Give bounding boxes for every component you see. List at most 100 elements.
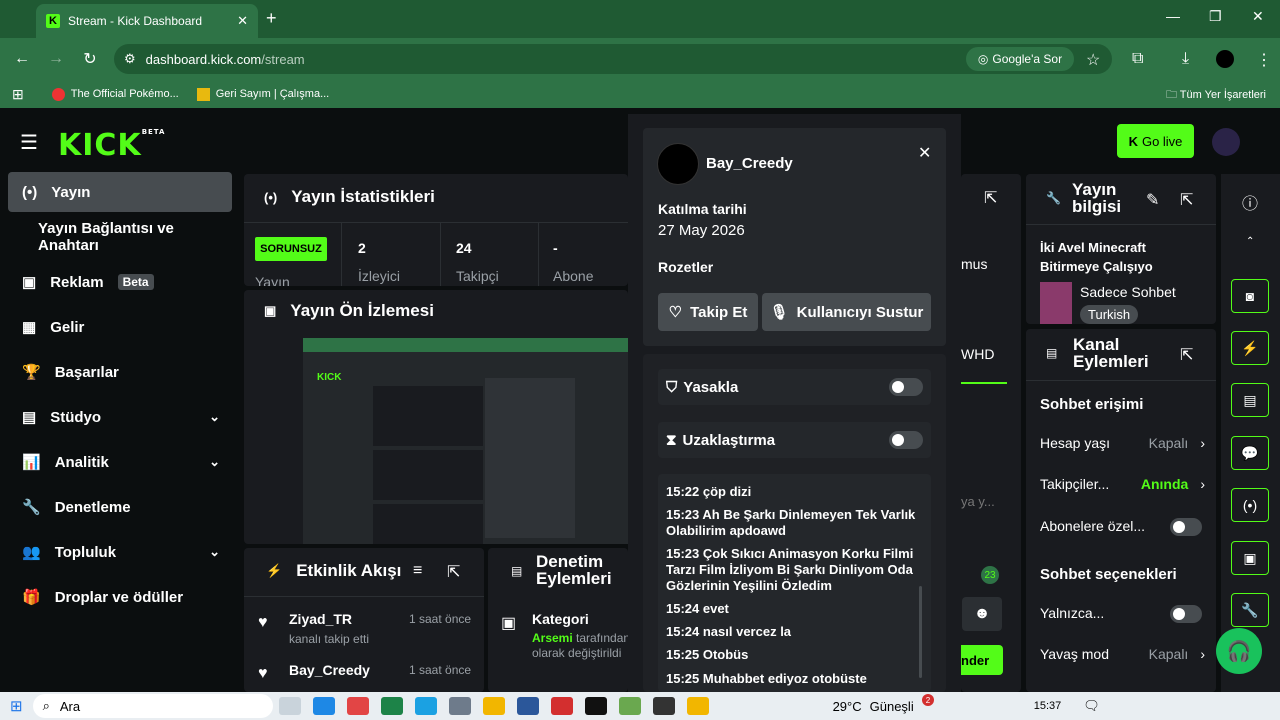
opera-icon[interactable] <box>346 697 369 715</box>
obs-icon[interactable] <box>652 697 675 715</box>
all-bookmarks[interactable]: 🗀 Tüm Yer İşaretleri <box>1166 86 1266 105</box>
reload-icon[interactable]: ↻ <box>73 49 107 69</box>
windows-start-icon[interactable]: ⊞ <box>10 697 23 715</box>
forward-icon[interactable]: → <box>39 50 73 68</box>
timeout-toggle[interactable] <box>889 431 923 449</box>
category-name[interactable]: Sadece Sohbet <box>1080 284 1176 300</box>
popout-icon[interactable]: ⇱ <box>1180 190 1193 210</box>
subs-only-toggle[interactable] <box>1170 518 1202 536</box>
activity-title-text: Etkinlik Akışı <box>296 561 402 580</box>
taskbar-search[interactable]: ⌕ Ara <box>32 694 273 718</box>
sidebar-item-stream-key[interactable]: Yayın Bağlantısı ve Anahtarı <box>8 217 232 257</box>
follow-button[interactable]: ♡ Takip Et <box>658 293 758 331</box>
emoji-icon[interactable]: ☻ <box>962 597 1002 631</box>
hamburger-icon[interactable]: ☰ <box>20 130 38 155</box>
broadcast-icon[interactable]: (•) <box>1231 488 1269 522</box>
sidebar-item-studyo[interactable]: ▤ Stüdyo ⌄ <box>8 397 232 437</box>
ask-google-button[interactable]: ◎ Google'a Sor <box>966 47 1074 71</box>
chevron-right-icon: › <box>1200 646 1205 662</box>
menu-kebab-icon[interactable]: ⋮ <box>1256 50 1272 70</box>
sidebar-item-reklam[interactable]: ▣ Reklam Beta <box>8 262 232 302</box>
sidebar-item-analitik[interactable]: 📊 Analitik ⌄ <box>8 442 232 482</box>
subs-value: - <box>553 240 558 256</box>
chrome-icon[interactable] <box>482 697 505 715</box>
sidebar-item-denetleme[interactable]: 🔧 Denetleme <box>8 487 232 527</box>
popup-username[interactable]: Bay_Creedy <box>706 155 793 172</box>
windows-taskbar: ⊞ ⌕ Ara 29°C Güneşli 15:37 🗨 <box>0 692 1280 720</box>
url-input[interactable]: ⚙ dashboard.kick.com/stream <box>114 44 1112 74</box>
notifications-icon[interactable]: 🗨 <box>1083 698 1100 714</box>
url-path: /stream <box>261 51 305 67</box>
bookmark-pokemon[interactable]: The Official Pokémo... <box>51 87 179 101</box>
extensions-icon[interactable]: ⧉ <box>1132 50 1143 68</box>
notes-icon[interactable]: ▤ <box>1231 383 1269 417</box>
kick-logo[interactable]: KICKBETA <box>58 128 165 163</box>
popout-icon[interactable]: ⇱ <box>984 188 997 208</box>
edit-pencil-icon[interactable]: ✎ <box>1146 190 1159 210</box>
store-icon[interactable] <box>448 697 471 715</box>
divider <box>1026 224 1216 225</box>
weather-temp[interactable]: 29°C <box>833 699 862 714</box>
account-age-setting[interactable]: Hesap yaşı Kapalı › <box>1040 435 1205 451</box>
chat-icon[interactable]: 💬 <box>1231 436 1269 470</box>
activity-user[interactable]: Bay_Creedy <box>289 662 370 678</box>
camera-icon[interactable]: ◙ <box>1231 279 1269 313</box>
subs-label: Abone <box>553 268 594 284</box>
filter-icon[interactable]: ≡ <box>413 562 422 580</box>
popout-icon[interactable]: ⇱ <box>1180 345 1193 365</box>
word-icon[interactable] <box>516 697 539 715</box>
setting-value: Kapalı <box>1148 435 1189 451</box>
only-toggle[interactable] <box>1170 605 1202 623</box>
wrench-icon[interactable]: 🔧 <box>1231 593 1269 627</box>
slow-mode-setting[interactable]: Yavaş mod Kapalı › <box>1040 646 1205 662</box>
task-view-icon[interactable] <box>278 697 301 715</box>
browser-tab[interactable]: K Stream - Kick Dashboard ✕ <box>36 4 258 38</box>
sidebar-item-basarilar[interactable]: 🏆 Başarılar <box>8 352 232 392</box>
video-icon[interactable]: ▣ <box>1231 541 1269 575</box>
sidebar-item-gelir[interactable]: ▦ Gelir <box>8 307 232 347</box>
avatar[interactable] <box>1212 128 1240 156</box>
chat-input-placeholder[interactable]: ya y... <box>961 494 995 509</box>
bookmark-countdown[interactable]: Geri Sayım | Çalışma... <box>196 87 329 101</box>
followers-setting[interactable]: Takipçiler... Anında › <box>1040 476 1205 492</box>
close-window-icon[interactable]: ✕ <box>1252 8 1264 25</box>
sidebar-item-yayin[interactable]: (•) Yayın <box>8 172 232 212</box>
sidebar-item-topluluk[interactable]: 👥 Topluluk ⌄ <box>8 532 232 572</box>
new-tab-icon[interactable]: + <box>266 8 277 29</box>
app-l-icon[interactable] <box>550 697 573 715</box>
clock[interactable]: 15:37 <box>1034 700 1062 712</box>
popout-icon[interactable]: ⇱ <box>447 562 460 582</box>
bolt-icon[interactable]: ⚡ <box>1231 331 1269 365</box>
close-icon[interactable]: ✕ <box>918 143 931 163</box>
edge-icon[interactable] <box>312 697 335 715</box>
chrome-active-icon[interactable] <box>686 697 709 715</box>
skype-icon[interactable] <box>414 697 437 715</box>
site-info-icon[interactable]: ⚙ <box>124 51 136 67</box>
download-icon[interactable]: ⤓ <box>1182 50 1189 68</box>
viewers-value: 2 <box>358 240 366 256</box>
bookmark-star-icon[interactable]: ☆ <box>1086 50 1100 70</box>
apps-grid-icon[interactable]: ⊞ <box>12 86 24 103</box>
mute-icon: 🎙 <box>769 304 789 321</box>
excel-icon[interactable] <box>380 697 403 715</box>
hourglass-icon: ⧗ <box>666 431 677 449</box>
send-button[interactable]: nder <box>961 645 1003 675</box>
mute-user-button[interactable]: 🎙 Kullanıcıyı Sustur <box>762 293 931 331</box>
ban-toggle[interactable] <box>889 378 923 396</box>
partial-icon[interactable]: ⌃ <box>1246 236 1254 247</box>
bolt-icon: ⚡ <box>266 563 283 578</box>
info-icon[interactable]: ⓘ <box>1242 190 1258 214</box>
maximize-icon[interactable]: ❐ <box>1209 8 1222 25</box>
close-tab-icon[interactable]: ✕ <box>237 13 248 29</box>
activity-user[interactable]: Ziyad_TR <box>289 611 352 627</box>
mod-item-user[interactable]: Arsemi <box>532 631 573 645</box>
back-icon[interactable]: ← <box>5 50 39 68</box>
minecraft-icon[interactable] <box>618 697 641 715</box>
capcut-icon[interactable] <box>584 697 607 715</box>
sidebar-item-droplar[interactable]: 🎁 Droplar ve ödüller <box>8 577 232 617</box>
support-headset-icon[interactable]: 🎧 <box>1216 628 1262 674</box>
profile-avatar[interactable] <box>1216 50 1234 68</box>
stream-preview-video[interactable]: KICK <box>303 338 628 544</box>
minimize-icon[interactable]: — <box>1166 8 1180 24</box>
go-live-button[interactable]: K Go live <box>1117 124 1194 158</box>
